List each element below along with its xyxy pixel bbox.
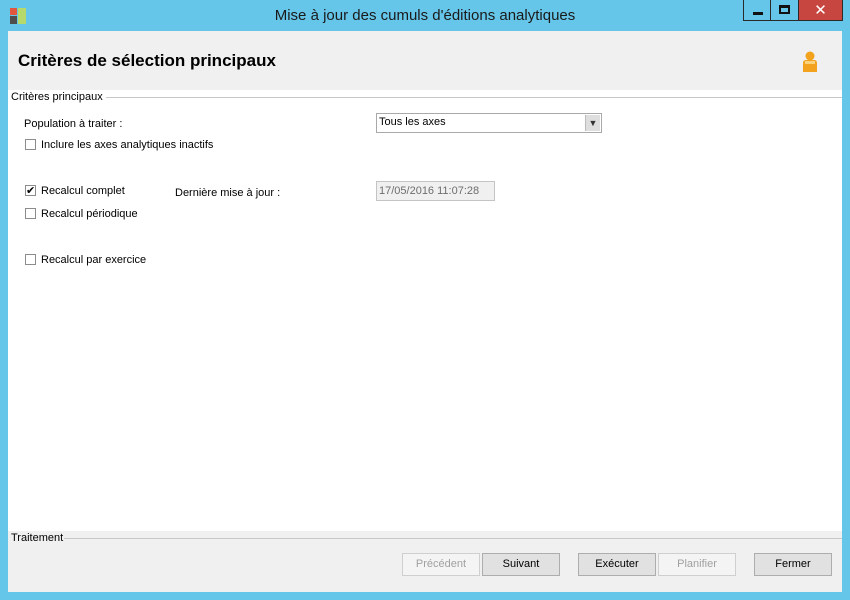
recalc-exercice-label[interactable]: Recalcul par exercice — [41, 254, 146, 266]
recalc-periodique-label[interactable]: Recalcul périodique — [41, 208, 138, 220]
close-dialog-button[interactable]: Fermer — [754, 553, 832, 576]
include-inactive-label[interactable]: Inclure les axes analytiques inactifs — [41, 139, 213, 151]
chevron-down-icon[interactable]: ▼ — [585, 115, 600, 131]
recalc-complet-label[interactable]: Recalcul complet — [41, 185, 125, 197]
user-icon — [803, 51, 817, 72]
criteria-group-label: Critères principaux — [11, 91, 106, 103]
close-icon: ✕ — [814, 1, 827, 19]
recalc-complet-checkbox[interactable]: ✔ — [25, 185, 36, 196]
checkmark-icon: ✔ — [26, 184, 36, 197]
last-update-field: 17/05/2016 11:07:28 — [376, 181, 495, 201]
page-header: Critères de sélection principaux — [8, 31, 842, 90]
window-titlebar[interactable]: Mise à jour des cumuls d'éditions analyt… — [0, 0, 850, 31]
close-button[interactable]: ✕ — [799, 0, 843, 21]
maximize-button[interactable] — [771, 0, 799, 21]
recalc-periodique-checkbox[interactable] — [25, 208, 36, 219]
recalc-exercice-checkbox[interactable] — [25, 254, 36, 265]
footer-panel: Traitement Précédent Suivant Exécuter Pl… — [8, 531, 842, 592]
maximize-icon — [779, 5, 790, 14]
window-client: Critères de sélection principaux Critère… — [8, 31, 842, 592]
last-update-value: 17/05/2016 11:07:28 — [379, 185, 480, 197]
schedule-button[interactable]: Planifier — [658, 553, 736, 576]
next-button[interactable]: Suivant — [482, 553, 560, 576]
traitement-group-border — [64, 538, 842, 539]
population-label: Population à traiter : — [24, 118, 123, 130]
population-select[interactable]: Tous les axes ▼ — [376, 113, 602, 133]
criteria-group-border — [103, 97, 842, 98]
execute-button[interactable]: Exécuter — [578, 553, 656, 576]
minimize-button[interactable] — [743, 0, 771, 21]
page-title: Critères de sélection principaux — [18, 51, 276, 70]
traitement-group-label: Traitement — [11, 532, 64, 544]
window-title: Mise à jour des cumuls d'éditions analyt… — [274, 7, 576, 24]
previous-button[interactable]: Précédent — [402, 553, 480, 576]
minimize-icon — [753, 12, 763, 15]
last-update-label: Dernière mise à jour : — [175, 187, 281, 199]
population-select-value: Tous les axes — [379, 116, 446, 128]
include-inactive-checkbox[interactable] — [25, 139, 36, 150]
